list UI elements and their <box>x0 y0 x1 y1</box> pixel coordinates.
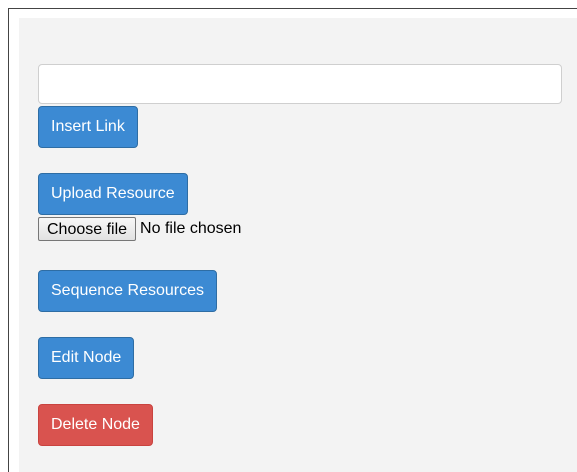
upload-resource-button[interactable]: Upload Resource <box>38 173 188 215</box>
window-frame: Insert Link Upload Resource Choose file … <box>8 8 577 472</box>
delete-node-button[interactable]: Delete Node <box>38 404 153 446</box>
edit-node-button[interactable]: Edit Node <box>38 337 135 379</box>
file-input: Choose file No file chosen <box>38 217 241 241</box>
node-actions-panel: Insert Link Upload Resource Choose file … <box>19 18 577 472</box>
file-status-text: No file chosen <box>140 220 242 237</box>
choose-file-button[interactable]: Choose file <box>38 217 137 241</box>
sequence-resources-button[interactable]: Sequence Resources <box>38 270 217 312</box>
link-url-input[interactable] <box>38 64 562 104</box>
insert-link-button[interactable]: Insert Link <box>38 106 138 148</box>
